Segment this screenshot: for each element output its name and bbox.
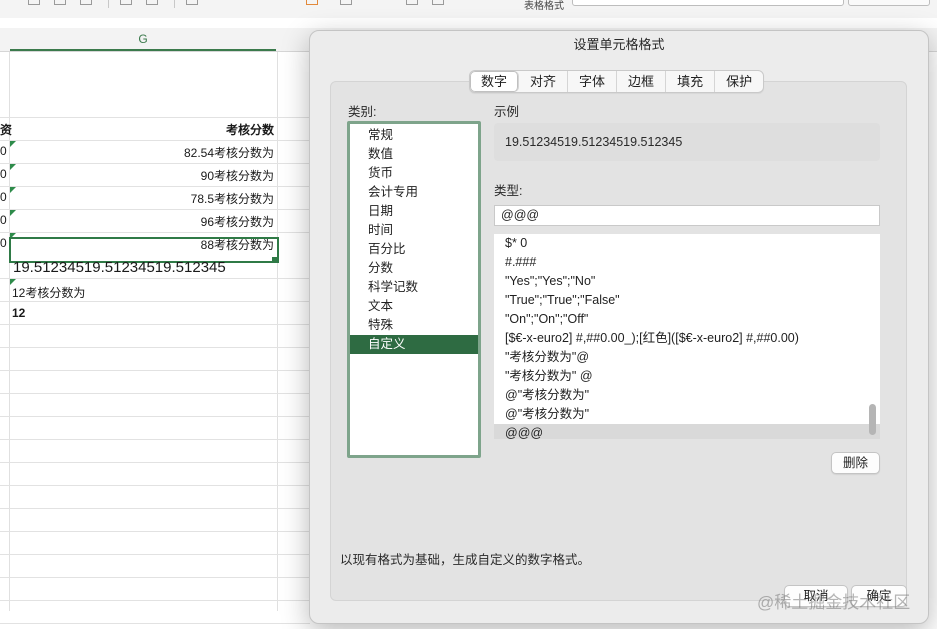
hint-text: 以现有格式为基础，生成自定义的数字格式。 bbox=[340, 553, 591, 567]
align-left-icon[interactable] bbox=[28, 0, 40, 5]
grid-line bbox=[0, 232, 310, 233]
tab-protection[interactable]: 保护 bbox=[715, 71, 763, 92]
grid-line bbox=[0, 623, 310, 624]
delete-button[interactable]: 删除 bbox=[831, 452, 880, 474]
grid-line bbox=[0, 416, 310, 417]
type-list-item[interactable]: "On";"On";"Off" bbox=[494, 310, 880, 329]
grid-line bbox=[0, 140, 310, 141]
category-custom[interactable]: 自定义 bbox=[350, 335, 478, 354]
cell-f[interactable]: 0 bbox=[0, 213, 7, 227]
grid-line bbox=[0, 370, 310, 371]
sample-label: 示例 bbox=[494, 105, 520, 119]
fill-handle[interactable] bbox=[272, 257, 277, 262]
category-time[interactable]: 时间 bbox=[350, 221, 478, 240]
type-list-item-selected[interactable]: @@@ bbox=[494, 424, 880, 439]
category-scientific[interactable]: 科学记数 bbox=[350, 278, 478, 297]
grid-line bbox=[0, 485, 310, 486]
cell-f[interactable]: 0 bbox=[0, 144, 7, 158]
category-general[interactable]: 常规 bbox=[350, 126, 478, 145]
grid-line bbox=[0, 301, 310, 302]
type-list-scroll-thumb[interactable] bbox=[869, 404, 876, 435]
grid-line bbox=[0, 600, 310, 601]
format-cells-dialog: 设置单元格格式 数字 对齐 字体 边框 填充 保护 类别: 常规 数值 货币 会… bbox=[309, 30, 929, 624]
cell-g[interactable]: 78.5考核分数为 bbox=[10, 190, 274, 207]
tab-alignment[interactable]: 对齐 bbox=[519, 71, 569, 92]
wrap-text-icon[interactable] bbox=[186, 0, 198, 5]
tab-bar: 数字 对齐 字体 边框 填充 保护 bbox=[469, 70, 765, 93]
cell-f[interactable]: 0 bbox=[0, 236, 7, 250]
cell-g[interactable]: 82.54考核分数为 bbox=[10, 144, 274, 161]
conditional-format-icon[interactable] bbox=[306, 0, 318, 5]
dialog-title: 设置单元格格式 bbox=[573, 37, 665, 52]
type-list-item[interactable]: [$€-x-euro2] #,##0.00_);[红色]([$€-x-euro2… bbox=[494, 329, 880, 348]
type-list-item[interactable]: #.### bbox=[494, 253, 880, 272]
category-accounting[interactable]: 会计专用 bbox=[350, 183, 478, 202]
grid-line bbox=[0, 531, 310, 532]
grid-line bbox=[0, 347, 310, 348]
category-text[interactable]: 文本 bbox=[350, 297, 478, 316]
cell-g[interactable]: 12 bbox=[12, 306, 25, 320]
cell-f[interactable]: 0 bbox=[0, 190, 7, 204]
grid-line bbox=[0, 163, 310, 164]
cell-g-header[interactable]: 考核分数 bbox=[10, 121, 274, 138]
grid-line bbox=[0, 393, 310, 394]
category-percentage[interactable]: 百分比 bbox=[350, 240, 478, 259]
type-list-item[interactable]: @"考核分数为" bbox=[494, 386, 880, 405]
tab-number[interactable]: 数字 bbox=[470, 71, 520, 92]
column-header-g[interactable]: G bbox=[10, 28, 276, 51]
type-list-item[interactable]: "True";"True";"False" bbox=[494, 291, 880, 310]
align-right-icon[interactable] bbox=[80, 0, 92, 5]
category-number[interactable]: 数值 bbox=[350, 145, 478, 164]
category-list[interactable]: 常规 数值 货币 会计专用 日期 时间 百分比 分数 科学记数 文本 特殊 自定… bbox=[347, 121, 481, 458]
outdent-icon[interactable] bbox=[146, 0, 158, 5]
toolbar-divider bbox=[174, 0, 175, 8]
cell-f[interactable]: 0 bbox=[0, 167, 7, 181]
type-label: 类型: bbox=[494, 184, 523, 198]
increase-decimal-icon[interactable] bbox=[432, 0, 444, 5]
toolbar: 表格格式 bbox=[0, 0, 937, 19]
category-date[interactable]: 日期 bbox=[350, 202, 478, 221]
cell-g[interactable]: 12考核分数为 bbox=[12, 284, 85, 301]
table-format-button[interactable] bbox=[848, 0, 930, 6]
indent-icon[interactable] bbox=[120, 0, 132, 5]
category-special[interactable]: 特殊 bbox=[350, 316, 478, 335]
grid-line bbox=[0, 324, 310, 325]
decrease-decimal-icon[interactable] bbox=[406, 0, 418, 5]
table-format-label: 表格格式 bbox=[524, 1, 564, 12]
table-format-gallery[interactable] bbox=[572, 0, 844, 6]
grid-line bbox=[0, 186, 310, 187]
grid-line bbox=[0, 508, 310, 509]
grid-line bbox=[0, 278, 310, 279]
toolbar-divider bbox=[108, 0, 109, 8]
cell-g[interactable]: 96考核分数为 bbox=[10, 213, 274, 230]
grid-line bbox=[0, 554, 310, 555]
grid-line bbox=[0, 117, 310, 118]
grid-line bbox=[0, 209, 310, 210]
category-fraction[interactable]: 分数 bbox=[350, 259, 478, 278]
type-list[interactable]: $* 0 #.### "Yes";"Yes";"No" "True";"True… bbox=[494, 234, 880, 439]
type-list-item[interactable]: "考核分数为"@ bbox=[494, 348, 880, 367]
selected-cell[interactable]: 19.51234519.51234519.512345 bbox=[13, 259, 226, 276]
tab-font[interactable]: 字体 bbox=[568, 71, 618, 92]
number-format-icon[interactable] bbox=[340, 0, 352, 5]
grid-line bbox=[277, 52, 278, 611]
cell-g[interactable]: 90考核分数为 bbox=[10, 167, 274, 184]
category-currency[interactable]: 货币 bbox=[350, 164, 478, 183]
grid-line bbox=[0, 439, 310, 440]
tab-border[interactable]: 边框 bbox=[617, 71, 667, 92]
type-list-item[interactable]: $* 0 bbox=[494, 234, 880, 253]
watermark: @稀土掘金技术社区 bbox=[757, 593, 911, 612]
category-label: 类别: bbox=[348, 105, 377, 119]
grid-line bbox=[0, 577, 310, 578]
type-list-item[interactable]: "考核分数为" @ bbox=[494, 367, 880, 386]
sample-preview: 19.51234519.51234519.512345 bbox=[494, 123, 880, 161]
type-list-item[interactable]: "Yes";"Yes";"No" bbox=[494, 272, 880, 291]
grid-line bbox=[0, 462, 310, 463]
tab-fill[interactable]: 填充 bbox=[666, 71, 716, 92]
type-input[interactable]: @@@ bbox=[494, 205, 880, 226]
type-list-item[interactable]: @"考核分数为" bbox=[494, 405, 880, 424]
align-center-icon[interactable] bbox=[54, 0, 66, 5]
